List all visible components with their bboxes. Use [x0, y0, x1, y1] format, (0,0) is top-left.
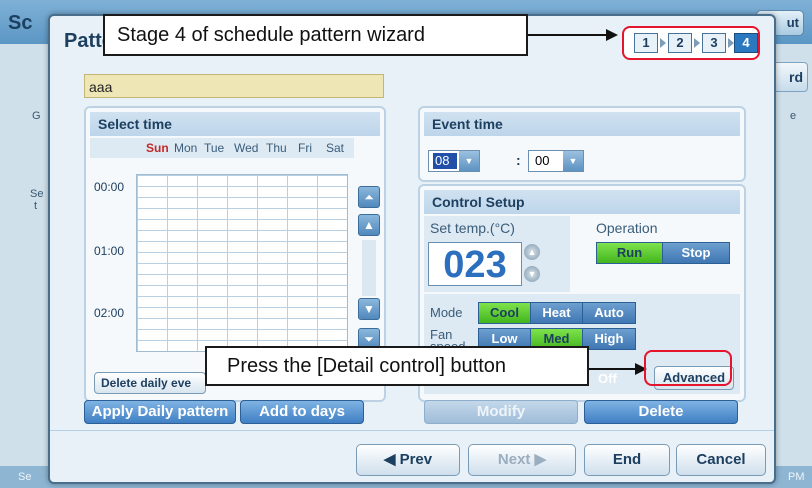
cancel-button[interactable]: Cancel: [676, 444, 766, 476]
day-label: Tue: [204, 141, 225, 155]
next-button[interactable]: Next ▶: [468, 444, 576, 476]
fan-high-button[interactable]: High: [583, 329, 635, 349]
day-label: Fri: [298, 141, 312, 155]
status-left: Se: [18, 471, 32, 483]
scroll-down-icon[interactable]: ▼: [358, 298, 380, 320]
hour-value: 08: [433, 153, 457, 169]
delete-daily-event-button[interactable]: Delete daily eve: [94, 372, 206, 394]
operation-label: Operation: [596, 220, 658, 236]
mode-toggle: Cool Heat Auto: [478, 302, 636, 324]
hour-label: 02:00: [94, 306, 125, 320]
day-label: Mon: [174, 141, 198, 155]
mode-auto-button[interactable]: Auto: [583, 303, 635, 323]
chevron-down-icon[interactable]: ▼: [459, 151, 479, 171]
step-2: 2: [668, 33, 692, 53]
scroll-up-icon[interactable]: ▲: [358, 214, 380, 236]
stop-button[interactable]: Stop: [663, 243, 729, 263]
background-label: G: [32, 110, 41, 122]
event-time-panel: Event time 08 ▼ : 00 ▼: [418, 106, 746, 182]
annotation-arrow-line: [589, 368, 637, 370]
temp-down-icon[interactable]: ▼: [524, 266, 540, 282]
temperature-display: 023: [428, 242, 522, 286]
background-title: Sc: [8, 12, 33, 34]
temp-up-icon[interactable]: ▲: [524, 244, 540, 260]
step-3: 3: [702, 33, 726, 53]
control-setup-header: Control Setup: [424, 190, 740, 214]
mode-cool-button[interactable]: Cool: [479, 303, 531, 323]
annotation-arrow-icon: [606, 29, 618, 41]
day-label: Sun: [146, 141, 169, 155]
step-arrow-icon: [660, 38, 666, 48]
delete-button[interactable]: Delete: [584, 400, 738, 424]
mode-heat-button[interactable]: Heat: [531, 303, 583, 323]
chevron-down-icon[interactable]: ▼: [563, 151, 583, 171]
end-button[interactable]: End: [584, 444, 670, 476]
day-label: Thu: [266, 141, 287, 155]
select-time-header: Select time: [90, 112, 380, 136]
step-4: 4: [734, 33, 758, 53]
hour-label: 00:00: [94, 180, 125, 194]
annotation-callout-top: Stage 4 of schedule pattern wizard: [103, 14, 528, 56]
apply-daily-pattern-button[interactable]: Apply Daily pattern: [84, 400, 236, 424]
mode-label: Mode: [430, 305, 463, 320]
add-to-days-button[interactable]: Add to days: [240, 400, 364, 424]
background-label: e: [790, 110, 797, 122]
step-1: 1: [634, 33, 658, 53]
hour-label: 01:00: [94, 244, 125, 258]
event-time-header: Event time: [424, 112, 740, 136]
pattern-name-field[interactable]: aaa: [84, 74, 384, 98]
day-label: Wed: [234, 141, 259, 155]
time-separator: :: [516, 152, 521, 168]
step-arrow-icon: [694, 38, 700, 48]
scroll-top-icon[interactable]: ⏶: [358, 186, 380, 208]
advanced-highlight-box: [644, 350, 732, 386]
scrollbar-track[interactable]: [362, 240, 376, 296]
modify-button[interactable]: Modify: [424, 400, 578, 424]
background-label: Se: [30, 188, 44, 200]
minute-select[interactable]: 00 ▼: [528, 150, 584, 172]
prev-button[interactable]: ◀ Prev: [356, 444, 460, 476]
annotation-arrow-line: [528, 34, 608, 36]
minute-value: 00: [535, 153, 550, 168]
operation-toggle: Run Stop: [596, 242, 730, 264]
background-tab[interactable]: rd: [772, 62, 808, 92]
time-grid[interactable]: [136, 174, 348, 352]
pattern-wizard-dialog: Patte 1 2 3 4 aaa Select time Sun Mon Tu…: [48, 14, 776, 484]
status-right: PM: [788, 471, 805, 483]
nav-divider: [50, 430, 774, 431]
off-button-label[interactable]: Off: [598, 372, 617, 385]
weekday-header: Sun Mon Tue Wed Thu Fri Sat: [90, 138, 354, 158]
hour-select[interactable]: 08 ▼: [428, 150, 480, 172]
run-button[interactable]: Run: [597, 243, 663, 263]
wizard-step-indicator: 1 2 3 4: [622, 26, 760, 60]
background-label: t: [34, 200, 38, 212]
annotation-callout-bottom: Press the [Detail control] button: [205, 346, 589, 386]
day-label: Sat: [326, 141, 345, 155]
set-temp-label: Set temp.(°C): [430, 220, 515, 236]
